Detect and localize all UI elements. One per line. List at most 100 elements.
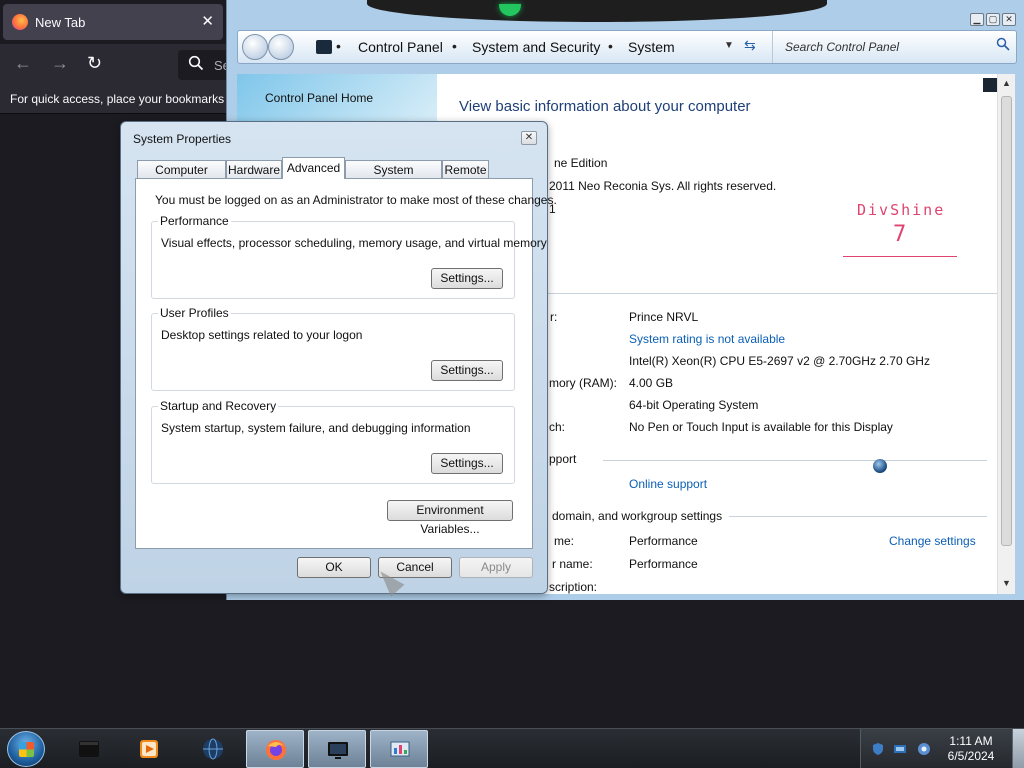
close-icon[interactable]: ✕ <box>1002 13 1016 26</box>
terminal-icon <box>79 741 99 757</box>
dialog-title: System Properties <box>133 132 232 146</box>
search-icon[interactable] <box>996 37 1010 51</box>
ok-button[interactable]: OK <box>297 557 371 578</box>
window-top-ornament <box>367 0 827 22</box>
oem-logo: DivShine 7 <box>837 198 957 260</box>
group-title: Startup and Recovery <box>158 399 279 413</box>
shield-icon[interactable] <box>871 742 885 756</box>
sys-label-pen-touch: ch: <box>549 420 566 434</box>
breadcrumb-separator: • <box>452 38 457 54</box>
support-section-title: pport <box>549 452 577 466</box>
sys-value-ram: 4.00 GB <box>629 376 674 390</box>
user-profiles-group: User Profiles Desktop settings related t… <box>151 306 515 391</box>
group-title: User Profiles <box>158 306 231 320</box>
maximize-icon[interactable]: ▢ <box>986 13 1000 26</box>
domain-section-title: domain, and workgroup settings <box>552 509 723 523</box>
system-rating-link[interactable]: System rating is not available <box>629 332 785 346</box>
firefox-icon <box>266 740 286 760</box>
sys-label-ram: mory (RAM): <box>549 376 617 390</box>
firefox-tab-new-tab[interactable]: New Tab ✕ <box>3 4 223 40</box>
start-button[interactable] <box>7 731 45 767</box>
tab-advanced[interactable]: Advanced <box>282 157 345 179</box>
scroll-thumb[interactable] <box>1001 96 1012 546</box>
sys-label-computer: r: <box>550 310 558 324</box>
taskbar-item-monitor[interactable] <box>308 730 366 768</box>
tab-close-icon[interactable]: ✕ <box>201 12 214 30</box>
search-icon <box>188 55 204 71</box>
forward-arrow-icon[interactable]: → <box>51 53 69 74</box>
search-box[interactable]: Search Control Panel <box>772 31 1018 63</box>
control-panel-icon <box>390 741 410 757</box>
bookmarks-hint: For quick access, place your bookmarks h <box>10 92 235 106</box>
breadcrumb-separator: • <box>608 38 613 54</box>
breadcrumb-separator: • <box>336 38 341 54</box>
clock-time: 1:11 AM <box>949 734 993 748</box>
control-panel-home-link[interactable]: Control Panel Home <box>265 91 373 105</box>
clock[interactable]: 1:11 AM 6/5/2024 <box>939 734 1003 764</box>
copyright-text: 2011 Neo Reconia Sys. All rights reserve… <box>549 179 777 193</box>
sys-value-pen-touch: No Pen or Touch Input is available for t… <box>629 420 893 434</box>
media-player-icon <box>140 740 158 758</box>
sys-value-processor: Intel(R) Xeon(R) CPU E5-2697 v2 @ 2.70GH… <box>629 354 930 368</box>
volume-icon[interactable] <box>917 742 931 756</box>
domain-value-computer-name: Performance <box>629 534 698 548</box>
online-support-link[interactable]: Online support <box>629 477 707 491</box>
sys-value-manufacturer: Prince NRVL <box>629 310 699 324</box>
window-caption-buttons: ▁ ▢ ✕ <box>968 11 1016 26</box>
dialog-close-icon[interactable]: ✕ <box>521 131 537 145</box>
tab-remote[interactable]: Remote <box>442 160 489 178</box>
search-placeholder: Search Control Panel <box>785 40 900 54</box>
back-button[interactable] <box>242 34 268 60</box>
taskbar-item-control-panel[interactable] <box>370 730 428 768</box>
section-divider <box>603 460 987 461</box>
environment-variables-button[interactable]: Environment Variables... <box>387 500 513 536</box>
group-description: System startup, system failure, and debu… <box>161 421 471 435</box>
group-description: Visual effects, processor scheduling, me… <box>161 236 547 250</box>
refresh-icon[interactable]: ⇆ <box>744 37 756 54</box>
domain-label-full-name: r name: <box>552 557 593 571</box>
tab-system-protection[interactable]: System Protection <box>345 160 442 191</box>
control-panel-icon <box>316 40 332 54</box>
section-divider <box>729 516 987 517</box>
forward-button[interactable] <box>268 34 294 60</box>
domain-value-full-name: Performance <box>629 557 698 571</box>
clock-date: 6/5/2024 <box>947 749 995 763</box>
startup-recovery-settings-button[interactable]: Settings... <box>431 453 503 474</box>
taskbar-item-firefox[interactable] <box>246 730 304 768</box>
group-title: Performance <box>158 214 231 228</box>
scroll-up-icon[interactable]: ▲ <box>1002 78 1011 88</box>
vertical-scrollbar[interactable]: ▲ ▼ <box>997 74 1015 594</box>
tab-hardware[interactable]: Hardware <box>226 160 282 178</box>
help-icon[interactable] <box>983 78 997 92</box>
green-gem-icon <box>499 4 521 16</box>
system-properties-dialog: System Properties ✕ Computer Name Hardwa… <box>120 121 557 594</box>
startup-recovery-group: Startup and Recovery System startup, sys… <box>151 399 515 484</box>
windows-edition-text: ne Edition <box>554 156 608 170</box>
shield-globe-icon[interactable] <box>873 459 887 473</box>
logo-version: 7 <box>893 222 907 247</box>
show-desktop-button[interactable] <box>1012 729 1024 768</box>
scroll-down-icon[interactable]: ▼ <box>1002 578 1011 588</box>
breadcrumb-system-and-security[interactable]: System and Security <box>472 39 600 55</box>
taskbar-item-terminal[interactable] <box>60 730 118 768</box>
minimize-icon[interactable]: ▁ <box>970 13 984 26</box>
breadcrumb-control-panel[interactable]: Control Panel <box>358 39 443 55</box>
apply-button[interactable]: Apply <box>459 557 533 578</box>
taskbar-item-globe[interactable] <box>184 730 242 768</box>
logo-name: DivShine <box>857 201 946 219</box>
back-arrow-icon[interactable]: ← <box>14 53 32 74</box>
admin-note: You must be logged on as an Administrato… <box>155 193 557 207</box>
tab-computer-name[interactable]: Computer Name <box>137 160 226 191</box>
reload-icon[interactable]: ↻ <box>87 53 102 74</box>
network-icon[interactable] <box>893 742 907 756</box>
user-profiles-settings-button[interactable]: Settings... <box>431 360 503 381</box>
firefox-logo-icon <box>12 14 28 30</box>
advanced-tab-panel: You must be logged on as an Administrato… <box>135 178 557 549</box>
change-settings-link[interactable]: Change settings <box>889 534 976 548</box>
performance-settings-button[interactable]: Settings... <box>431 268 503 289</box>
chevron-down-icon[interactable]: ▼ <box>724 40 734 51</box>
taskbar-item-media-player[interactable] <box>120 730 178 768</box>
breadcrumb-system[interactable]: System <box>628 39 675 55</box>
windows-flag-icon <box>19 742 34 757</box>
system-tray: 1:11 AM 6/5/2024 <box>860 729 1024 768</box>
